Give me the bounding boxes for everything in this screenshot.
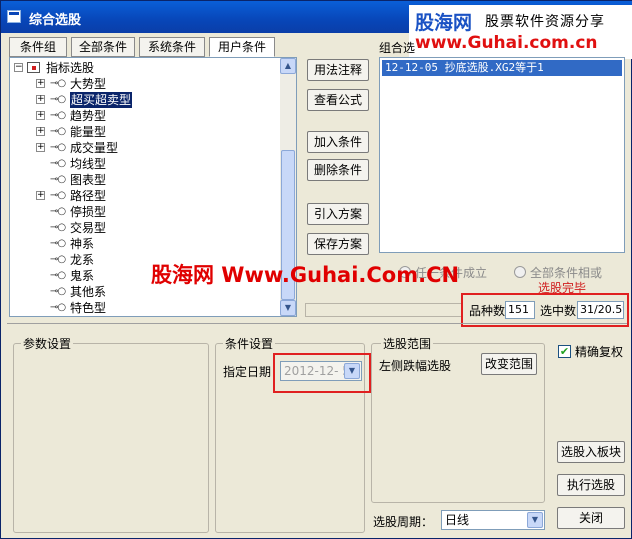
watermark-brand: 股海网 [415,12,473,34]
key-icon: ⊸○ [50,110,66,121]
date-value: 2012-12- 5 [284,364,350,378]
scroll-down-icon[interactable]: ▼ [280,300,296,316]
delete-condition-button[interactable]: 删除条件 [307,159,369,181]
tree-item-label: 其他系 [70,285,107,299]
precise-adjust-checkbox[interactable]: ✔ [558,345,571,358]
period-value: 日线 [445,513,470,527]
add-condition-button[interactable]: 加入条件 [307,131,369,153]
range-text: 左侧跌幅选股 [379,359,452,373]
tree-item-label: 超买超卖型 [70,92,133,108]
key-icon: ⊸○ [50,142,66,153]
tab-all-conditions[interactable]: 全部条件 [71,37,135,57]
expand-icon[interactable]: + [36,127,45,136]
count-value: 151 [505,301,535,319]
watermark-slogan: 股票软件资源分享 [485,14,605,30]
range-group-label: 选股范围 [381,335,434,352]
params-group-label: 参数设置 [21,335,74,352]
view-formula-button[interactable]: 查看公式 [307,89,369,111]
main-window: 综合选股 股海网 股票软件资源分享 www.Guhai.com.cn 条件组 全… [0,0,632,539]
tree-item-label: 大势型 [70,77,107,91]
scroll-up-icon[interactable]: ▲ [280,58,296,74]
key-icon: ⊸○ [50,254,66,265]
condition-list[interactable]: 12-12-05 抄底选股.XG2等于1 [379,57,625,253]
tree-item-label: 趋势型 [70,109,107,123]
key-icon: ⊸○ [50,222,66,233]
key-icon: ⊸○ [50,270,66,281]
tree-root-label: 指标选股 [46,61,95,75]
tree-item-label: 成交量型 [70,141,119,155]
expand-icon[interactable]: + [36,79,45,88]
tree-item-label: 龙系 [70,253,95,267]
save-plan-button[interactable]: 保存方案 [307,233,369,255]
tree-item-label: 交易型 [70,221,107,235]
selected-value: 31/20.5% [577,301,624,319]
period-label: 选股周期： [373,515,434,529]
dropdown-arrow-icon[interactable]: ▼ [527,512,543,528]
key-icon: ⊸○ [50,158,66,169]
key-icon: ⊸○ [50,174,66,185]
run-selection-button[interactable]: 执行选股 [557,474,625,496]
close-button[interactable]: 关闭 [557,507,625,529]
change-range-button[interactable]: 改变范围 [481,353,537,375]
tree-item-label: 特色型 [70,301,107,315]
window-icon [7,10,21,23]
expand-icon[interactable]: + [36,95,45,104]
precise-adjust-label: 精确复权 [575,345,624,359]
watermark-center: 股海网 Www.Guhai.Com.CN [151,263,460,287]
expand-icon[interactable]: + [36,191,45,200]
collapse-icon[interactable]: − [14,63,23,72]
watermark-url: www.Guhai.com.cn [415,33,598,53]
key-icon: ⊸○ [50,78,66,89]
usage-note-button[interactable]: 用法注释 [307,59,369,81]
tree-item-label: 均线型 [70,157,107,171]
window-title: 综合选股 [29,13,82,28]
key-icon: ⊸○ [50,286,66,297]
tab-condition-group[interactable]: 条件组 [9,37,67,57]
tab-system-conditions[interactable]: 系统条件 [139,37,205,57]
period-select[interactable]: 日线 ▼ [441,510,545,530]
expand-icon[interactable]: + [36,143,45,152]
to-board-button[interactable]: 选股入板块 [557,441,625,463]
date-label: 指定日期 [223,365,272,379]
radio-all-condition[interactable] [514,266,526,278]
tab-user-conditions[interactable]: 用户条件 [209,37,275,57]
key-icon: ⊸○ [50,190,66,201]
count-label: 品种数 [469,304,506,318]
import-plan-button[interactable]: 引入方案 [307,203,369,225]
screen-icon [27,62,40,73]
expand-icon[interactable]: + [36,111,45,120]
key-icon: ⊸○ [50,238,66,249]
key-icon: ⊸○ [50,206,66,217]
condition-settings-label: 条件设置 [223,335,276,352]
tree-item-label: 图表型 [70,173,107,187]
watermark-banner: 股海网 股票软件资源分享 www.Guhai.com.cn [409,5,632,59]
tree-item-label: 鬼系 [70,269,95,283]
selected-label: 选中数 [540,304,577,318]
key-icon: ⊸○ [50,126,66,137]
params-group [13,343,209,533]
tree-item-label: 能量型 [70,125,107,139]
divider [7,323,627,324]
tree-item-label: 神系 [70,237,95,251]
condition-list-item[interactable]: 12-12-05 抄底选股.XG2等于1 [382,60,622,76]
combo-group-label: 组合选 [379,41,416,55]
key-icon: ⊸○ [50,302,66,313]
key-icon: ⊸○ [50,94,66,105]
date-picker[interactable]: 2012-12- 5 ▼ [280,361,362,381]
dropdown-arrow-icon[interactable]: ▼ [344,363,360,379]
tree-item-label: 停损型 [70,205,107,219]
tree-item-label: 路径型 [70,189,107,203]
